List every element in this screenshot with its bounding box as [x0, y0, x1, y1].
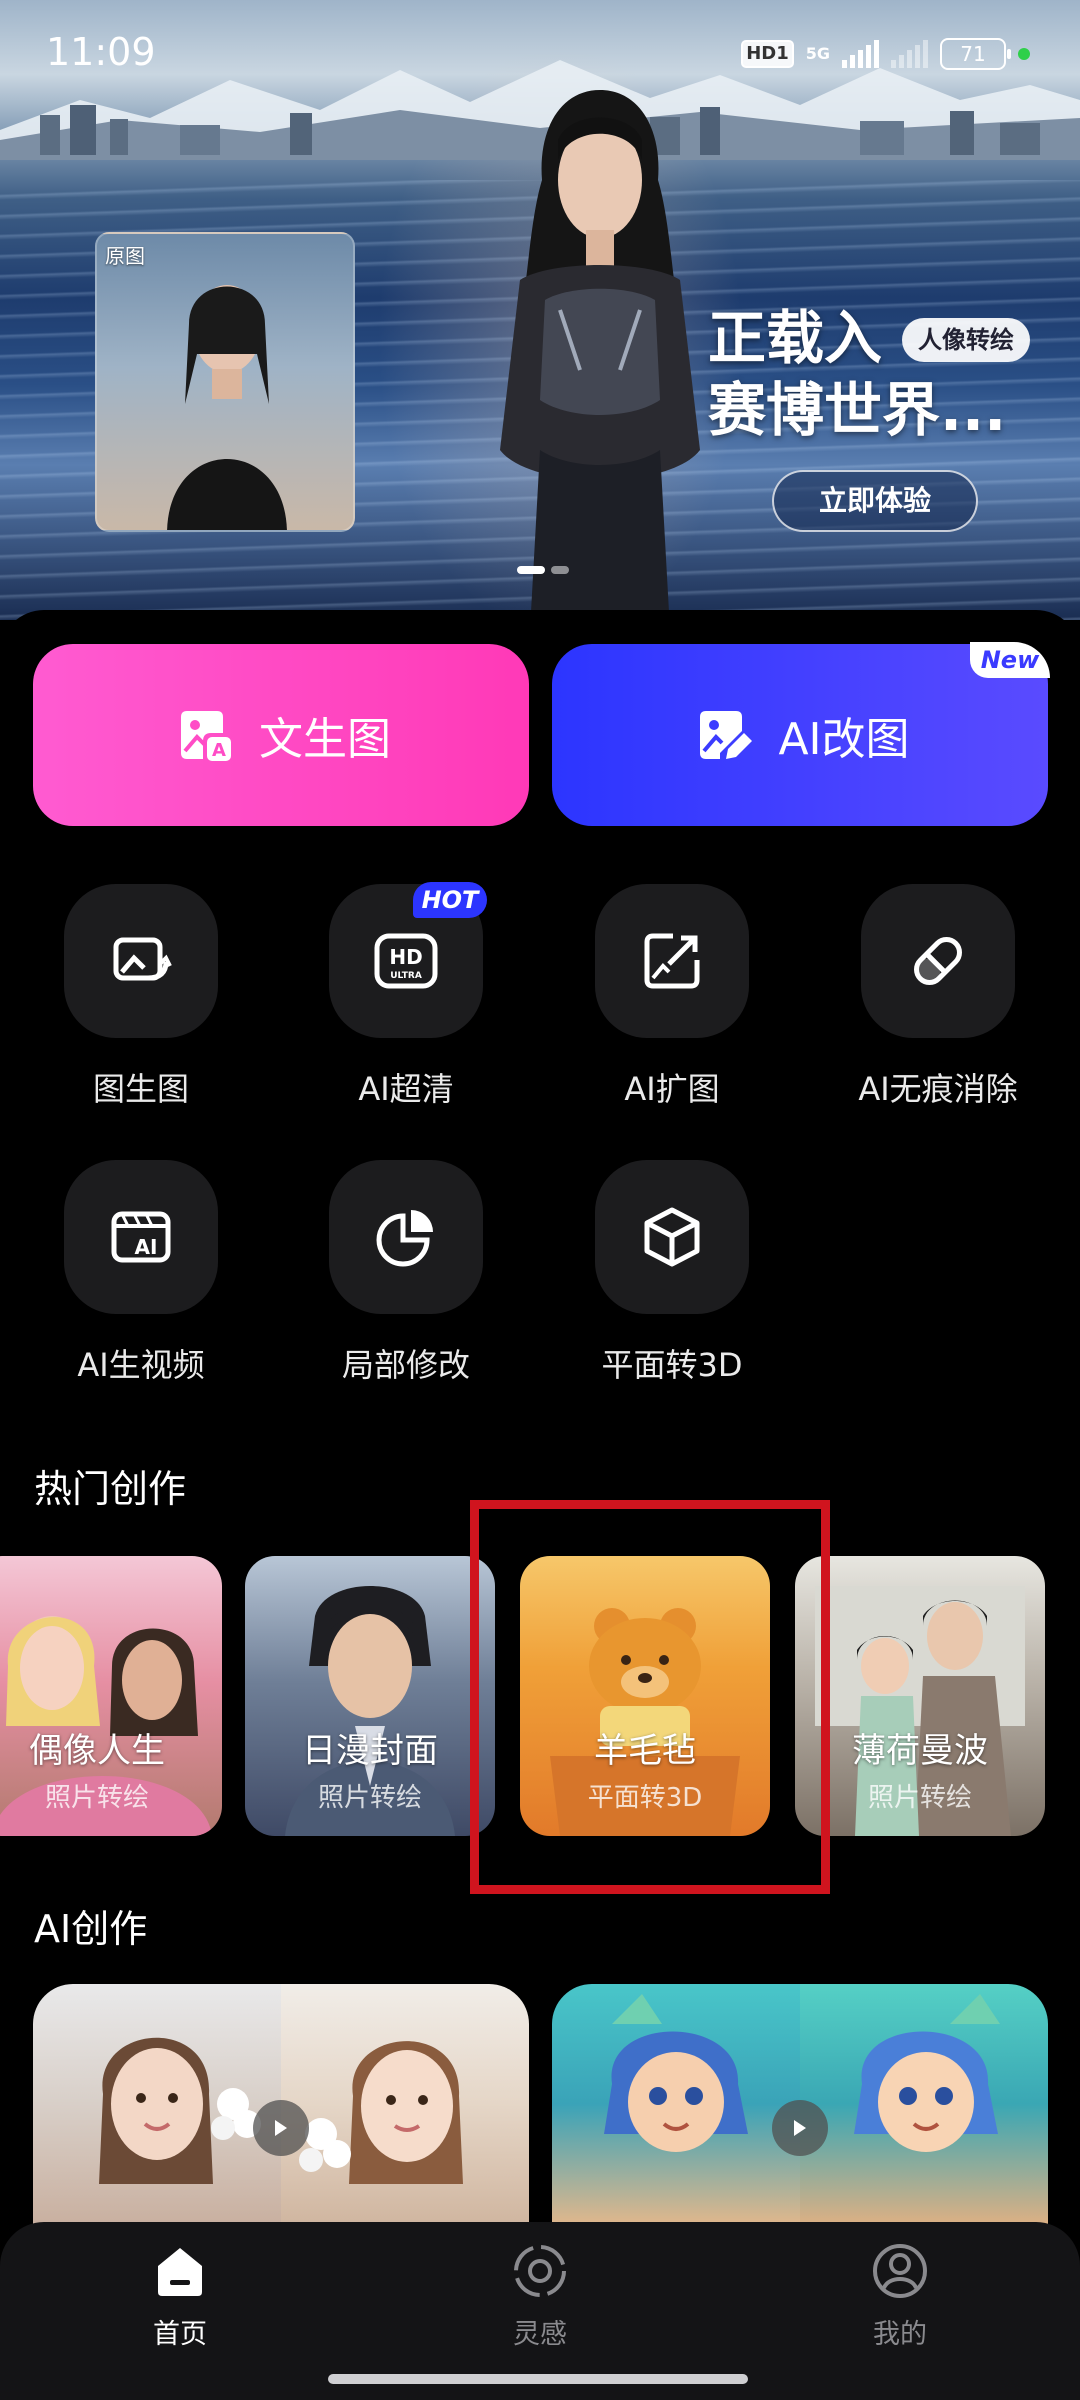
after-image	[281, 1984, 529, 2224]
image-to-image-icon	[113, 937, 172, 981]
ai-creation-card-portrait[interactable]	[33, 1984, 529, 2224]
svg-text:A: A	[212, 740, 226, 761]
status-bar: 11:09 HD1 5G 71	[0, 0, 1080, 100]
inspiration-icon	[514, 2245, 566, 2297]
tool-tile[interactable]	[595, 884, 749, 1038]
svg-text:ULTRA: ULTRA	[390, 971, 422, 981]
highlight-box	[470, 1500, 830, 1894]
tool-label: 局部修改	[341, 1346, 470, 1384]
card-title: 日漫封面	[302, 1731, 438, 1771]
nav-profile[interactable]: 我的	[820, 2242, 980, 2351]
profile-icon	[873, 2244, 927, 2298]
card-subtitle: 照片转绘	[44, 1783, 149, 1813]
partial-edit-icon	[376, 1210, 433, 1267]
tool-tile[interactable]: HD ULTRA HOT	[329, 882, 487, 1038]
hot-card-manga-cover[interactable]: 日漫封面 照片转绘	[245, 1556, 495, 1836]
svg-text:HD: HD	[389, 945, 422, 969]
after-image	[800, 1984, 1048, 2224]
ai-creation-card-cartoon[interactable]	[552, 1984, 1048, 2224]
before-image	[33, 1984, 281, 2224]
cube-3d-icon	[644, 1207, 700, 1267]
tool-tile[interactable]	[595, 1160, 749, 1314]
banner-tag: 人像转绘	[902, 318, 1030, 362]
status-time: 11:09	[46, 30, 156, 74]
network-type-label: 5G	[805, 44, 830, 63]
after-cartoon	[854, 1994, 1000, 2152]
card-title: 薄荷曼波	[852, 1731, 988, 1771]
nav-home-label: 首页	[153, 2319, 207, 2350]
banner-headline-line1: 正载入	[708, 304, 883, 372]
banner-model-figure	[500, 90, 700, 620]
tool-label: AI生视频	[77, 1346, 205, 1384]
tool-label: AI扩图	[624, 1070, 720, 1108]
compare-arrow-icon	[772, 2100, 828, 2156]
tool-ai-expand[interactable]: AI扩图	[572, 884, 772, 1110]
home-indicator[interactable]	[328, 2374, 748, 2384]
card-title: 偶像人生	[29, 1731, 165, 1771]
hot-badge: HOT	[413, 882, 487, 918]
new-badge: New	[970, 642, 1050, 678]
tool-tile[interactable]: AI	[64, 1160, 218, 1314]
tool-ai-erase[interactable]: AI无痕消除	[838, 884, 1038, 1110]
try-now-button[interactable]: 立即体验	[772, 470, 978, 532]
text-to-image-label: 文生图	[259, 714, 391, 765]
hd-ultra-icon: HD ULTRA	[374, 933, 438, 989]
text-to-image-button[interactable]: A 文生图	[33, 644, 529, 826]
tool-label: AI无痕消除	[858, 1070, 1018, 1108]
original-photo-thumb: 原图	[95, 232, 355, 532]
tool-ai-hd[interactable]: HD ULTRA HOT AI超清	[306, 882, 506, 1110]
original-label: 原图	[105, 244, 145, 268]
hd-voice-icon: HD1	[741, 40, 794, 68]
carousel-dot-active	[517, 566, 545, 574]
ai-video-icon: AI	[111, 1211, 171, 1263]
tool-image-to-image[interactable]: 图生图	[41, 884, 241, 1110]
ai-edit-icon	[700, 711, 753, 759]
tool-label: 图生图	[92, 1070, 189, 1108]
before-cartoon	[604, 1994, 748, 2152]
expand-image-icon	[644, 933, 700, 989]
ai-edit-button[interactable]: AI改图 New	[552, 642, 1050, 826]
text-to-image-icon: A	[181, 711, 231, 761]
ai-edit-label: AI改图	[778, 714, 910, 765]
home-icon	[158, 2248, 202, 2296]
original-photo-figure	[167, 285, 287, 530]
nav-inspiration[interactable]: 灵感	[460, 2242, 620, 2351]
tool-flat-to-3d[interactable]: 平面转3D	[572, 1160, 772, 1386]
nav-home[interactable]: 首页	[100, 2242, 260, 2351]
hot-card-idol-life[interactable]: 偶像人生 照片转绘	[0, 1556, 222, 1836]
svg-text:AI: AI	[135, 1235, 158, 1259]
tool-ai-video[interactable]: AI AI生视频	[41, 1160, 241, 1386]
tool-tile[interactable]	[861, 884, 1015, 1038]
privacy-indicator-dot	[1018, 48, 1030, 60]
nav-inspiration-label: 灵感	[513, 2319, 567, 2350]
signal-strength-secondary-icon	[891, 40, 928, 68]
before-portrait	[99, 2037, 261, 2184]
card-subtitle: 照片转绘	[317, 1783, 422, 1813]
hot-section-title: 热门创作	[34, 1467, 187, 1511]
ai-section-title: AI创作	[34, 1907, 148, 1951]
tool-tile[interactable]	[329, 1160, 483, 1314]
after-portrait	[299, 2041, 463, 2184]
compare-arrow-icon	[253, 2100, 309, 2156]
status-indicators: HD1 5G 71	[741, 36, 1030, 72]
tool-partial-edit[interactable]: 局部修改	[306, 1160, 506, 1386]
eraser-icon	[914, 937, 962, 985]
signal-strength-icon	[842, 40, 879, 68]
carousel-dot	[551, 566, 569, 574]
before-image	[552, 1984, 800, 2224]
tool-label: AI超清	[358, 1070, 454, 1108]
banner-headline-line2: 赛博世界...	[708, 376, 1007, 444]
tool-tile[interactable]	[64, 884, 218, 1038]
carousel-indicator	[517, 566, 569, 574]
battery-icon: 71	[940, 38, 1011, 70]
hot-card-mint-mambo[interactable]: 薄荷曼波 照片转绘	[795, 1556, 1045, 1836]
tool-label: 平面转3D	[601, 1346, 743, 1384]
nav-profile-label: 我的	[873, 2319, 927, 2350]
card-subtitle: 照片转绘	[867, 1783, 972, 1813]
